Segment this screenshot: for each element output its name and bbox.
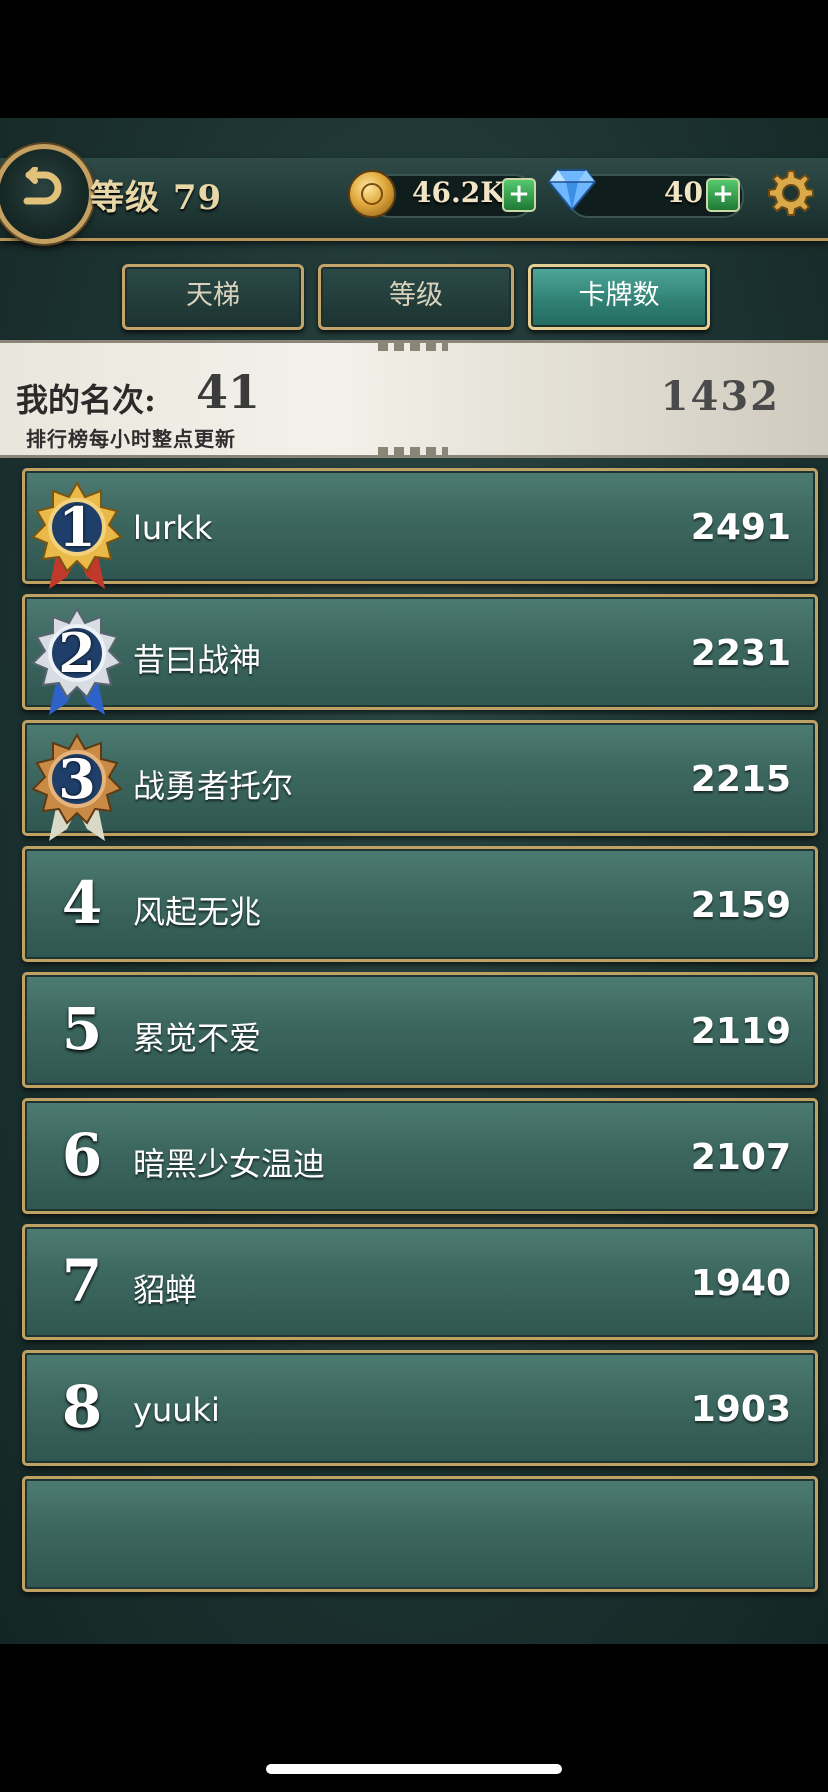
table-row[interactable]: 2 昔曰战神 2231	[22, 594, 818, 715]
leaderboard-screen: 等级 79 46.2K + 40 + 天梯 等级 卡牌数 我的名次: 41 14…	[0, 118, 828, 1644]
rank-number: 5	[61, 995, 103, 1063]
add-gems-button[interactable]: +	[706, 178, 740, 212]
gold-amount: 46.2K	[412, 176, 505, 209]
player-score: 1903	[690, 1389, 791, 1430]
player-score: 2159	[690, 885, 791, 926]
player-level: 等级 79	[90, 178, 223, 218]
player-name: 貂蝉	[133, 1271, 198, 1309]
table-row[interactable]: 3 战勇者托尔 2215	[22, 720, 818, 841]
player-score: 2215	[690, 759, 791, 800]
player-name: yuuki	[133, 1391, 220, 1429]
tab-card-count[interactable]: 卡牌数	[528, 264, 710, 330]
tab-level[interactable]: 等级	[318, 264, 514, 330]
table-row[interactable]: 4 风起无兆 2159	[22, 846, 818, 962]
player-score: 2491	[690, 507, 791, 548]
bronze-medal-icon	[31, 733, 123, 841]
gold-coin-icon	[348, 170, 396, 218]
player-name: 暗黑少女温迪	[133, 1145, 326, 1183]
table-row-partial[interactable]	[22, 1476, 818, 1592]
player-name: 累觉不爱	[133, 1019, 262, 1057]
silver-medal-icon	[31, 607, 123, 715]
tab-ladder[interactable]: 天梯	[122, 264, 304, 330]
table-row[interactable]: 5 累觉不爱 2119	[22, 972, 818, 1088]
player-score: 2107	[690, 1137, 791, 1178]
rank-number: 6	[61, 1121, 103, 1189]
rank-number: 7	[61, 1247, 103, 1315]
table-row[interactable]: 8 yuuki 1903	[22, 1350, 818, 1466]
player-score: 2119	[690, 1011, 791, 1052]
player-name: 战勇者托尔	[133, 767, 294, 805]
player-name: 风起无兆	[133, 893, 262, 931]
rank-number: 4	[61, 869, 103, 937]
player-name: lurkk	[133, 509, 213, 547]
back-arrow-icon	[23, 167, 62, 205]
my-score: 1432	[660, 373, 780, 420]
table-row[interactable]: 1 lurkk 2491	[22, 468, 818, 589]
banner-decor-bottom	[378, 447, 448, 455]
update-note: 排行榜每小时整点更新	[26, 427, 236, 451]
player-score: 1940	[690, 1263, 791, 1304]
my-rank-label: 我的名次:	[16, 381, 156, 419]
player-name: 昔曰战神	[133, 641, 262, 679]
gear-icon[interactable]	[766, 168, 816, 218]
table-row[interactable]: 6 暗黑少女温迪 2107	[22, 1098, 818, 1214]
player-score: 2231	[690, 633, 791, 674]
gold-medal-icon	[31, 481, 123, 589]
gem-amount: 40	[664, 176, 703, 209]
my-rank-banner: 我的名次: 41 1432 排行榜每小时整点更新	[0, 340, 828, 458]
diamond-icon	[548, 169, 596, 212]
home-indicator[interactable]	[266, 1764, 562, 1774]
add-gold-button[interactable]: +	[502, 178, 536, 212]
banner-decor-top	[378, 343, 448, 351]
rank-number: 8	[61, 1373, 103, 1441]
my-rank-value: 41	[196, 365, 261, 419]
table-row[interactable]: 7 貂蝉 1940	[22, 1224, 818, 1340]
